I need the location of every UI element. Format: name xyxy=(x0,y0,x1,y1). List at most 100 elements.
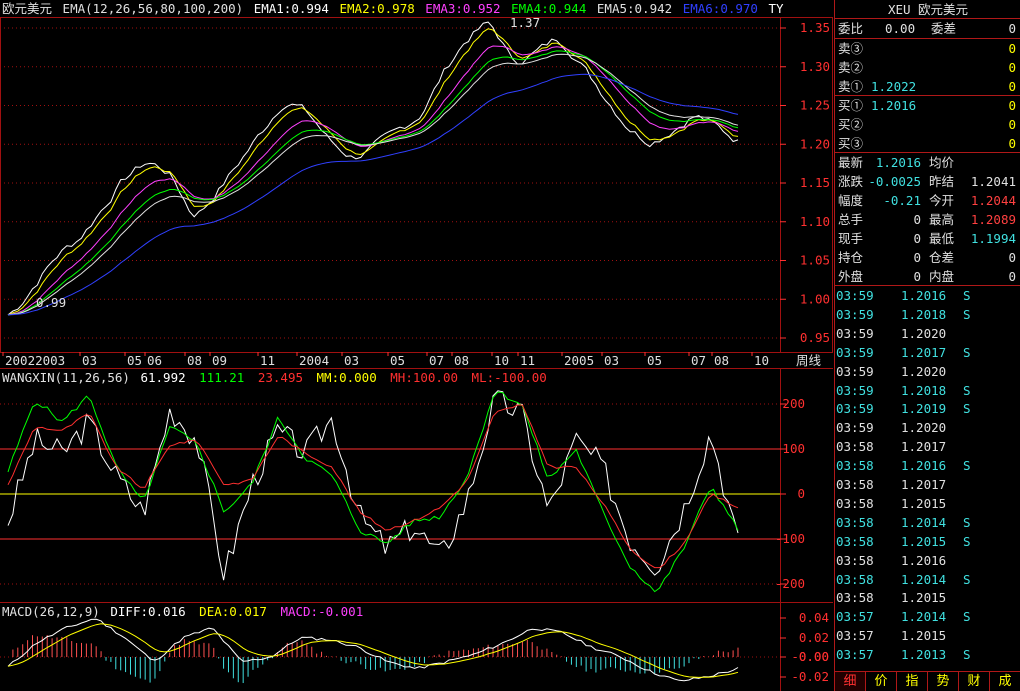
stat-value: 0 xyxy=(913,250,921,265)
sell-volume: 0 xyxy=(1008,79,1016,94)
tick-flag: S xyxy=(963,382,971,398)
sell-label: 卖① xyxy=(838,79,864,94)
tick-row[interactable]: 03:58 1.2015 xyxy=(835,494,1020,513)
stat-value: 1.1994 xyxy=(970,231,1016,246)
price-tick-label: 1.00 xyxy=(800,291,830,306)
quote-panel: XEU 欧元美元 委比 0.00 委差 0 卖③ 0 卖② 0 卖① 1.2022 0 买①… xyxy=(834,0,1020,691)
wangxin-white-line xyxy=(7,390,739,581)
stat-row: 涨跌 -0.0025 昨结 1.2041 xyxy=(835,172,1020,191)
tab-1[interactable]: 细 xyxy=(835,672,866,691)
tick-flag: S xyxy=(963,344,971,360)
tick-price: 1.2020 xyxy=(901,325,947,341)
date-tick-label: 20022003 xyxy=(5,353,65,368)
tick-row[interactable]: 03:58 1.2015 S xyxy=(835,532,1020,551)
ema1-value: EMA1:0.994 xyxy=(253,1,329,16)
tick-row[interactable]: 03:57 1.2015 xyxy=(835,626,1020,645)
period-label: 周线 xyxy=(796,353,822,368)
sell-volume: 0 xyxy=(1008,60,1016,75)
chart-area[interactable]: 1.35 1.30 1.25 1.20 1.15 1.10 1.05 1.00 0.95 2002… xyxy=(0,0,833,691)
tick-row[interactable]: 03:58 1.2014 S xyxy=(835,570,1020,589)
date-tick-label: 07 xyxy=(691,353,706,368)
tick-row[interactable]: 03:58 1.2015 xyxy=(835,588,1020,607)
macd-value: MACD:-0.001 xyxy=(280,604,364,619)
wangxin-ml: ML:-100.00 xyxy=(471,370,547,385)
tick-price: 1.2014 xyxy=(901,571,947,587)
tick-row[interactable]: 03:57 1.2014 S xyxy=(835,607,1020,626)
buy-row: 买② 0 xyxy=(835,115,1020,134)
tick-row[interactable]: 03:58 1.2016 xyxy=(835,551,1020,570)
tick-time: 03:57 xyxy=(836,647,874,663)
stat-label: 持仓 xyxy=(838,250,864,265)
wangxin-header: WANGXIN(11,26,56) 61.992 111.21 23.495 M… xyxy=(2,370,553,386)
tick-price: 1.2014 xyxy=(901,514,947,530)
date-tick-label: 03 xyxy=(604,353,619,368)
ema1-line xyxy=(7,21,739,316)
date-tick-label: 08 xyxy=(187,353,202,368)
price-tick-label: 0.95 xyxy=(800,330,830,345)
tick-price: 1.2018 xyxy=(901,382,947,398)
tick-flag: S xyxy=(963,401,971,417)
date-tick-label: 03 xyxy=(344,353,359,368)
macd-tick-label: -0.00 xyxy=(791,649,829,664)
stat-row: 总手 0 最高 1.2089 xyxy=(835,210,1020,229)
tick-row[interactable]: 03:58 1.2017 xyxy=(835,437,1020,456)
tick-row[interactable]: 03:57 1.2013 S xyxy=(835,645,1020,664)
stat-value: 0 xyxy=(1008,269,1016,284)
tab-2[interactable]: 价 xyxy=(866,672,897,691)
tick-price: 1.2020 xyxy=(901,363,947,379)
tick-row[interactable]: 03:58 1.2017 xyxy=(835,475,1020,494)
tick-row[interactable]: 03:59 1.2018 S xyxy=(835,305,1020,324)
chart-canvas[interactable]: 1.351.301.251.201.151.101.051.000.952002… xyxy=(0,0,833,691)
wangxin-tick-label: -100 xyxy=(775,531,805,546)
weicha-label: 委差 xyxy=(931,21,957,36)
macd-dea: DEA:0.017 xyxy=(199,604,267,619)
quote-title: XEU 欧元美元 xyxy=(887,2,969,17)
tick-row[interactable]: 03:59 1.2016 S xyxy=(835,286,1020,305)
tick-row[interactable]: 03:59 1.2017 S xyxy=(835,343,1020,362)
stat-row: 持仓 0 仓差 0 xyxy=(835,248,1020,267)
tick-price: 1.2018 xyxy=(901,306,947,322)
stat-label: 总手 xyxy=(838,212,864,227)
tick-price: 1.2017 xyxy=(901,477,947,492)
tick-time: 03:59 xyxy=(836,401,874,417)
stat-value: -0.0025 xyxy=(868,174,921,189)
tick-row[interactable]: 03:58 1.2014 S xyxy=(835,513,1020,532)
weibi-row: 委比 0.00 委差 0 xyxy=(835,19,1020,38)
tick-time: 03:58 xyxy=(836,495,874,511)
ema4-value: EMA4:0.944 xyxy=(511,1,587,16)
tick-price: 1.2017 xyxy=(901,439,947,455)
low-annotation: 0.99 xyxy=(36,295,66,310)
tick-price: 1.2016 xyxy=(901,458,947,474)
wangxin-v3: 23.495 xyxy=(257,370,303,385)
price-pane xyxy=(0,17,833,353)
tick-price: 1.2017 xyxy=(901,344,947,360)
weibi-value: 0.00 xyxy=(885,21,916,36)
tick-row[interactable]: 03:59 1.2020 xyxy=(835,418,1020,437)
buy-volume: 0 xyxy=(1008,98,1016,113)
stat-label: 均价 xyxy=(929,155,955,170)
macd-header: MACD(26,12,9) DIFF:0.016 DEA:0.017 MACD:… xyxy=(2,604,369,620)
tick-time: 03:59 xyxy=(836,288,874,303)
buy-label: 买① xyxy=(838,98,864,113)
stat-row: 外盘 0 内盘 0 xyxy=(835,267,1020,286)
tick-time: 03:59 xyxy=(836,306,874,322)
price-tick-label: 1.20 xyxy=(800,136,830,151)
ema2-value: EMA2:0.978 xyxy=(339,1,415,16)
tick-row[interactable]: 03:59 1.2020 xyxy=(835,324,1020,343)
stat-label: 内盘 xyxy=(929,269,955,284)
date-tick-label: 07 xyxy=(429,353,444,368)
tab-5[interactable]: 财 xyxy=(959,672,990,691)
tick-time: 03:58 xyxy=(836,514,874,530)
wangxin-tick-label: 200 xyxy=(782,396,805,411)
wangxin-mh: MH:100.00 xyxy=(390,370,459,385)
tick-row[interactable]: 03:59 1.2018 S xyxy=(835,381,1020,400)
tick-price: 1.2016 xyxy=(901,288,947,303)
tab-6[interactable]: 成 xyxy=(990,672,1020,691)
tick-price: 1.2015 xyxy=(901,590,947,606)
tick-flag: S xyxy=(963,609,971,625)
tick-row[interactable]: 03:59 1.2019 S xyxy=(835,399,1020,418)
tab-3[interactable]: 指 xyxy=(897,672,928,691)
tick-row[interactable]: 03:58 1.2016 S xyxy=(835,456,1020,475)
tick-row[interactable]: 03:59 1.2020 xyxy=(835,362,1020,381)
tab-4[interactable]: 势 xyxy=(928,672,959,691)
